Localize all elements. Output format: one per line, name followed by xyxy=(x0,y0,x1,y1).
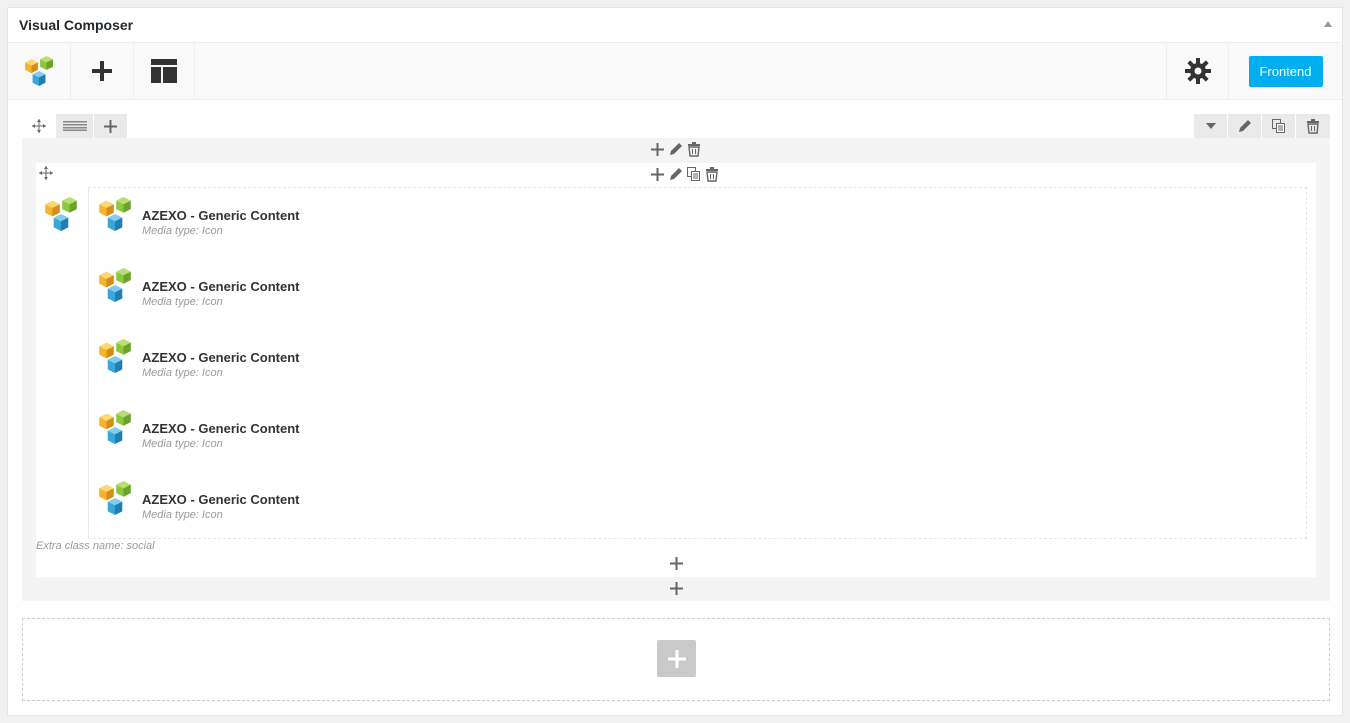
row-body: AZEXO - Generic Content Media type: Icon… xyxy=(22,138,1330,601)
edit-column-pencil-icon[interactable] xyxy=(667,141,684,157)
templates-icon xyxy=(151,59,177,83)
row-bottom-plus-icon[interactable] xyxy=(670,582,683,600)
plus-icon xyxy=(92,61,112,81)
frontend-cell: Frontend xyxy=(1228,43,1342,99)
row-move-handle[interactable] xyxy=(22,114,56,138)
element-vc-logo-icon xyxy=(99,481,131,520)
trash-icon xyxy=(1306,118,1320,134)
panel-title: Visual Composer xyxy=(19,17,134,33)
vc-column: AZEXO - Generic Content Media type: Icon… xyxy=(36,163,1316,577)
delete-column-trash-icon[interactable] xyxy=(685,141,702,157)
element-subtitle: Media type: Icon xyxy=(142,509,223,521)
templates-button[interactable] xyxy=(134,43,195,99)
element-title: AZEXO - Generic Content xyxy=(142,208,300,223)
extra-class-name: Extra class name: social xyxy=(36,540,155,552)
generic-content-element[interactable]: AZEXO - Generic Content Media type: Icon xyxy=(99,339,699,389)
element-vc-logo-icon xyxy=(99,197,131,236)
layout-icon xyxy=(62,121,87,131)
add-column-plus-icon[interactable] xyxy=(649,141,666,157)
add-element-big-button[interactable] xyxy=(657,640,696,677)
column-add-plus-icon[interactable] xyxy=(649,166,666,182)
generic-content-element[interactable]: AZEXO - Generic Content Media type: Icon xyxy=(99,410,699,460)
element-title: AZEXO - Generic Content xyxy=(142,279,300,294)
frontend-button[interactable]: Frontend xyxy=(1248,55,1323,87)
row-inner-controls xyxy=(649,141,702,157)
column-copy-icon[interactable] xyxy=(685,166,702,182)
inner-element-container: AZEXO - Generic Content Media type: Icon… xyxy=(88,187,1307,539)
plus-icon xyxy=(667,649,686,668)
gear-icon xyxy=(1184,58,1211,84)
element-vc-logo-icon xyxy=(99,268,131,307)
pencil-icon xyxy=(1238,120,1251,132)
column-move-icon[interactable] xyxy=(38,165,54,185)
element-subtitle: Media type: Icon xyxy=(142,296,223,308)
element-subtitle: Media type: Icon xyxy=(142,438,223,450)
row-clone-button[interactable] xyxy=(1262,114,1296,138)
column-bottom-plus-icon[interactable] xyxy=(670,557,683,575)
visual-composer-panel: Visual Composer Frontend AZEXO - Generic… xyxy=(7,7,1343,716)
row-delete-button[interactable] xyxy=(1296,114,1330,138)
element-subtitle: Media type: Icon xyxy=(142,225,223,237)
element-title: AZEXO - Generic Content xyxy=(142,350,300,365)
column-trash-icon[interactable] xyxy=(703,166,720,182)
row-controls-left xyxy=(22,114,128,138)
add-element-area xyxy=(22,618,1330,701)
panel-header: Visual Composer xyxy=(8,8,1342,43)
row-edit-button[interactable] xyxy=(1228,114,1262,138)
row-controls-right xyxy=(1194,114,1330,138)
row-toggle-button[interactable] xyxy=(1194,114,1228,138)
generic-content-element[interactable]: AZEXO - Generic Content Media type: Icon xyxy=(99,268,699,318)
element-title: AZEXO - Generic Content xyxy=(142,492,300,507)
column-controls xyxy=(649,166,720,182)
element-subtitle: Media type: Icon xyxy=(142,367,223,379)
copy-icon xyxy=(1271,119,1285,133)
chevron-down-icon xyxy=(1205,123,1216,129)
element-vc-logo-icon xyxy=(99,410,131,449)
section-vc-logo-icon xyxy=(45,197,77,236)
element-title: AZEXO - Generic Content xyxy=(142,421,300,436)
vc-row: AZEXO - Generic Content Media type: Icon… xyxy=(22,114,1330,601)
element-vc-logo-icon xyxy=(99,339,131,378)
generic-content-element[interactable]: AZEXO - Generic Content Media type: Icon xyxy=(99,197,699,247)
collapse-arrow-icon[interactable] xyxy=(1324,21,1332,27)
column-edit-pencil-icon[interactable] xyxy=(667,166,684,182)
row-layout-button[interactable] xyxy=(56,114,94,138)
row-add-column-button[interactable] xyxy=(94,114,128,138)
generic-content-element[interactable]: AZEXO - Generic Content Media type: Icon xyxy=(99,481,699,531)
settings-button[interactable] xyxy=(1166,43,1228,99)
vc-navbar: Frontend xyxy=(8,43,1342,100)
add-element-button[interactable] xyxy=(71,43,134,99)
vc-logo-icon[interactable] xyxy=(8,43,71,99)
